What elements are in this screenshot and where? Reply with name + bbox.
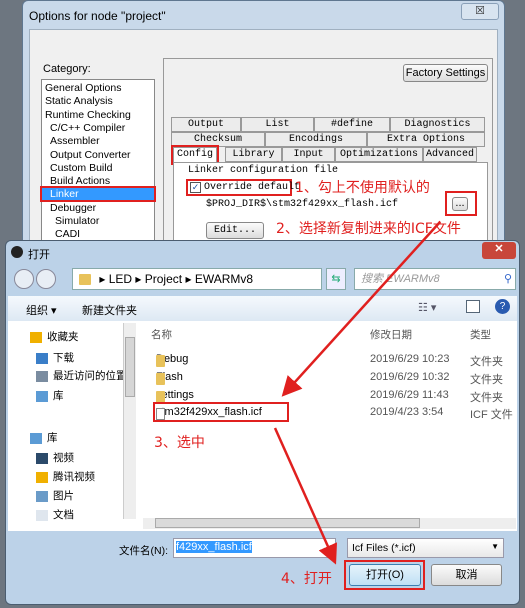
arrow-to-open: [273, 427, 338, 565]
arrow-to-file: [281, 221, 441, 397]
annotation-arrows: [273, 221, 441, 565]
